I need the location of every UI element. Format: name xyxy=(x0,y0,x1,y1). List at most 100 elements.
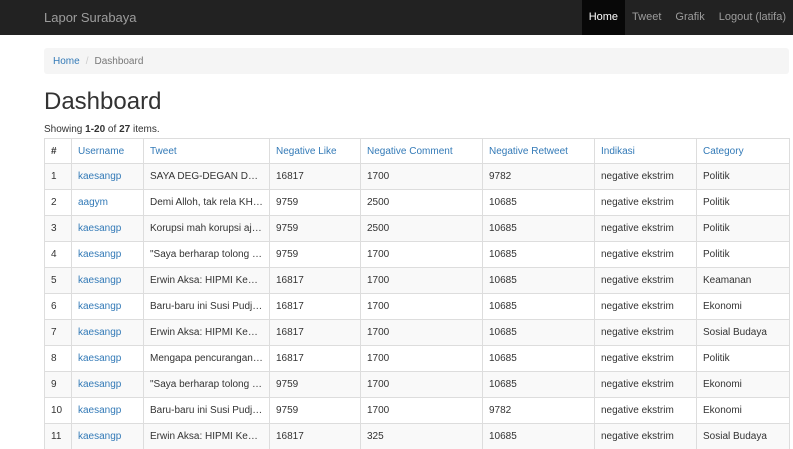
cell-negative-like: 16817 xyxy=(269,423,361,449)
table-row: 7 kaesangp Erwin Aksa: HIPMI Kepal... 16817… xyxy=(44,319,790,346)
cell-username[interactable]: kaesangp xyxy=(71,397,144,424)
cell-username[interactable]: kaesangp xyxy=(71,163,144,190)
cell-negative-comment: 1700 xyxy=(360,345,483,372)
summary-range: 1-20 xyxy=(85,124,106,135)
cell-category: Ekonomi xyxy=(696,293,790,320)
cell-negative-retweet: 10685 xyxy=(482,319,595,346)
cell-negative-retweet: 10685 xyxy=(482,423,595,449)
col-header-username[interactable]: Username xyxy=(71,138,144,164)
table-row: 4 kaesangp "Saya berharap tolong Re... 9759… xyxy=(44,241,790,268)
cell-number: 4 xyxy=(44,241,72,268)
cell-username[interactable]: aagym xyxy=(71,189,144,216)
cell-number: 7 xyxy=(44,319,72,346)
cell-category: Politik xyxy=(696,215,790,242)
nav-tweet[interactable]: Tweet xyxy=(625,0,668,35)
col-header-negative-like[interactable]: Negative Like xyxy=(269,138,361,164)
col-header-negative-retweet[interactable]: Negative Retweet xyxy=(482,138,595,164)
nav-grafik[interactable]: Grafik xyxy=(668,0,711,35)
cell-tweet: Korupsi mah korupsi aja, ... xyxy=(143,215,270,242)
cell-username[interactable]: kaesangp xyxy=(71,423,144,449)
table-row: 8 kaesangp Mengapa pencurangan Pi... 16817 1… xyxy=(44,345,790,372)
cell-tweet: Demi Alloh, tak rela KH M... xyxy=(143,189,270,216)
cell-indikasi: negative ekstrim xyxy=(594,267,697,294)
top-navbar: Lapor Surabaya Home Tweet Grafik Logout … xyxy=(0,0,793,35)
col-header-tweet[interactable]: Tweet xyxy=(143,138,270,164)
cell-category: Politik xyxy=(696,163,790,190)
cell-indikasi: negative ekstrim xyxy=(594,345,697,372)
cell-number: 10 xyxy=(44,397,72,424)
cell-negative-comment: 1700 xyxy=(360,319,483,346)
table-row: 10 kaesangp Baru-baru ini Susi Pudjias... 9… xyxy=(44,397,790,424)
cell-number: 8 xyxy=(44,345,72,372)
nav-menu: Home Tweet Grafik Logout (latifa) xyxy=(581,0,793,35)
cell-category: Ekonomi xyxy=(696,397,790,424)
table-row: 1 kaesangp SAYA DEG-DEGAN DEN... 16817 1700 9… xyxy=(44,163,790,190)
cell-category: Keamanan xyxy=(696,267,790,294)
cell-username[interactable]: kaesangp xyxy=(71,345,144,372)
cell-username[interactable]: kaesangp xyxy=(71,267,144,294)
cell-tweet: Baru-baru ini Susi Pudjias... xyxy=(143,397,270,424)
cell-negative-like: 16817 xyxy=(269,345,361,372)
cell-negative-like: 16817 xyxy=(269,319,361,346)
summary-middle: of xyxy=(105,124,120,135)
table-row: 5 kaesangp Erwin Aksa: HIPMI Kepal... 16817… xyxy=(44,267,790,294)
cell-negative-comment: 1700 xyxy=(360,371,483,398)
breadcrumb-home-link[interactable]: Home xyxy=(53,56,80,67)
summary-suffix: items. xyxy=(130,124,160,135)
cell-indikasi: negative ekstrim xyxy=(594,423,697,449)
cell-indikasi: negative ekstrim xyxy=(594,215,697,242)
cell-number: 5 xyxy=(44,267,72,294)
cell-tweet: "Saya berharap tolong Re... xyxy=(143,371,270,398)
cell-category: Politik xyxy=(696,345,790,372)
col-header-category[interactable]: Category xyxy=(696,138,790,164)
cell-tweet: "Saya berharap tolong Re... xyxy=(143,241,270,268)
cell-number: 2 xyxy=(44,189,72,216)
cell-negative-like: 9759 xyxy=(269,241,361,268)
summary-prefix: Showing xyxy=(44,124,86,135)
cell-tweet: Erwin Aksa: HIPMI Kepal... xyxy=(143,423,270,449)
brand-link[interactable]: Lapor Surabaya xyxy=(44,10,137,25)
cell-negative-retweet: 10685 xyxy=(482,345,595,372)
cell-negative-comment: 1700 xyxy=(360,163,483,190)
cell-negative-comment: 2500 xyxy=(360,215,483,242)
table-row: 6 kaesangp Baru-baru ini Susi Pudjias... 16… xyxy=(44,293,790,320)
cell-negative-comment: 1700 xyxy=(360,293,483,320)
cell-indikasi: negative ekstrim xyxy=(594,319,697,346)
col-header-negative-comment[interactable]: Negative Comment xyxy=(360,138,483,164)
cell-negative-like: 9759 xyxy=(269,189,361,216)
cell-username[interactable]: kaesangp xyxy=(71,215,144,242)
table-header-row: # Username Tweet Negative Like Negative … xyxy=(44,138,790,164)
cell-negative-like: 16817 xyxy=(269,163,361,190)
cell-number: 11 xyxy=(44,423,72,449)
table-body: 1 kaesangp SAYA DEG-DEGAN DEN... 16817 1700 9… xyxy=(44,163,790,449)
cell-category: Sosial Budaya xyxy=(696,423,790,449)
nav-logout[interactable]: Logout (latifa) xyxy=(712,0,793,35)
cell-negative-comment: 1700 xyxy=(360,267,483,294)
cell-negative-like: 9759 xyxy=(269,397,361,424)
cell-username[interactable]: kaesangp xyxy=(71,371,144,398)
cell-category: Ekonomi xyxy=(696,371,790,398)
table-row: 2 aagym Demi Alloh, tak rela KH M... 9759 25… xyxy=(44,189,790,216)
cell-tweet: Baru-baru ini Susi Pudjias... xyxy=(143,293,270,320)
cell-tweet: Mengapa pencurangan Pi... xyxy=(143,345,270,372)
cell-category: Politik xyxy=(696,241,790,268)
cell-number: 6 xyxy=(44,293,72,320)
cell-username[interactable]: kaesangp xyxy=(71,319,144,346)
cell-indikasi: negative ekstrim xyxy=(594,241,697,268)
col-header-number: # xyxy=(44,138,72,164)
cell-negative-like: 9759 xyxy=(269,215,361,242)
grid-summary: Showing 1-20 of 27 items. xyxy=(44,124,160,135)
breadcrumb-separator: / xyxy=(85,55,89,67)
cell-negative-like: 9759 xyxy=(269,371,361,398)
cell-username[interactable]: kaesangp xyxy=(71,293,144,320)
breadcrumb-current: Dashboard xyxy=(94,55,144,67)
col-header-indikasi[interactable]: Indikasi xyxy=(594,138,697,164)
cell-negative-comment: 2500 xyxy=(360,189,483,216)
nav-home[interactable]: Home xyxy=(581,0,626,35)
cell-negative-comment: 1700 xyxy=(360,241,483,268)
cell-negative-retweet: 10685 xyxy=(482,371,595,398)
cell-negative-retweet: 10685 xyxy=(482,293,595,320)
cell-indikasi: negative ekstrim xyxy=(594,397,697,424)
cell-category: Politik xyxy=(696,189,790,216)
cell-username[interactable]: kaesangp xyxy=(71,241,144,268)
